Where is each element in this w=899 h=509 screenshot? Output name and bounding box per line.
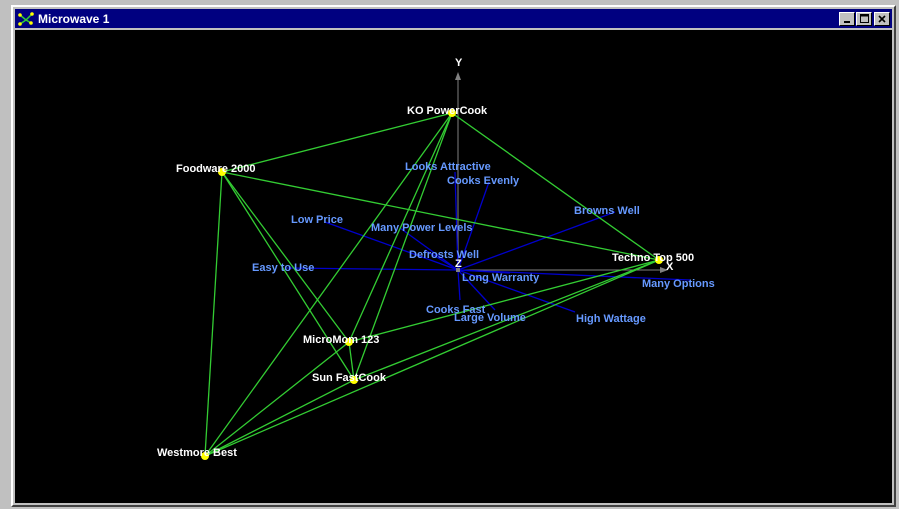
product-label-foodware: Foodware 2000 xyxy=(176,163,255,175)
minimize-icon xyxy=(844,20,850,23)
product-connection-line xyxy=(204,341,350,457)
product-label-sunfast: Sun FastCook xyxy=(312,372,387,384)
attribute-label: Low Price xyxy=(291,214,343,226)
product-connection-line xyxy=(204,259,660,457)
attribute-label: Browns Well xyxy=(574,205,640,217)
product-connection-line xyxy=(204,379,355,457)
product-label-ko: KO PowerCook xyxy=(407,105,488,117)
product-label-micromom: MicroMom 123 xyxy=(303,334,379,346)
title-bar[interactable]: Microwave 1 xyxy=(15,9,892,28)
maximize-icon xyxy=(859,14,869,23)
window-title: Microwave 1 xyxy=(38,11,110,26)
attribute-label: Many Options xyxy=(642,278,715,290)
origin-marker xyxy=(456,268,460,272)
y-axis-label: Y xyxy=(455,57,463,69)
product-connection-line xyxy=(204,171,223,457)
product-label-techno: Techno Top 500 xyxy=(612,252,694,264)
attribute-vector xyxy=(457,211,616,271)
maximize-button[interactable] xyxy=(856,11,872,26)
plot-viewport[interactable]: Looks Attractive Cooks Evenly Browns Well L… xyxy=(15,30,892,503)
product-label-westmore: Westmore Best xyxy=(157,447,237,459)
app-window: Microwave 1 Looks Attractive Cooks Evenly… xyxy=(11,5,896,507)
attribute-label: Cooks Evenly xyxy=(447,175,520,187)
product-connection-line xyxy=(221,171,350,343)
attribute-label: Looks Attractive xyxy=(405,161,491,173)
attribute-label: Easy to Use xyxy=(252,262,314,274)
close-icon xyxy=(878,14,886,23)
perceptual-map[interactable]: Looks Attractive Cooks Evenly Browns Well L… xyxy=(15,30,892,503)
attribute-label: Long Warranty xyxy=(462,272,540,284)
attribute-label: Many Power Levels xyxy=(371,222,473,234)
close-button[interactable] xyxy=(874,11,890,26)
attribute-label: Defrosts Well xyxy=(409,249,479,261)
attribute-label: Large Volume xyxy=(454,312,526,324)
minimize-button[interactable] xyxy=(839,11,855,26)
attribute-label: High Wattage xyxy=(576,313,646,325)
x-axis-label: X xyxy=(666,261,674,273)
attribute-vector xyxy=(457,269,461,301)
app-icon xyxy=(18,11,34,26)
y-axis-arrow-icon xyxy=(455,72,461,80)
